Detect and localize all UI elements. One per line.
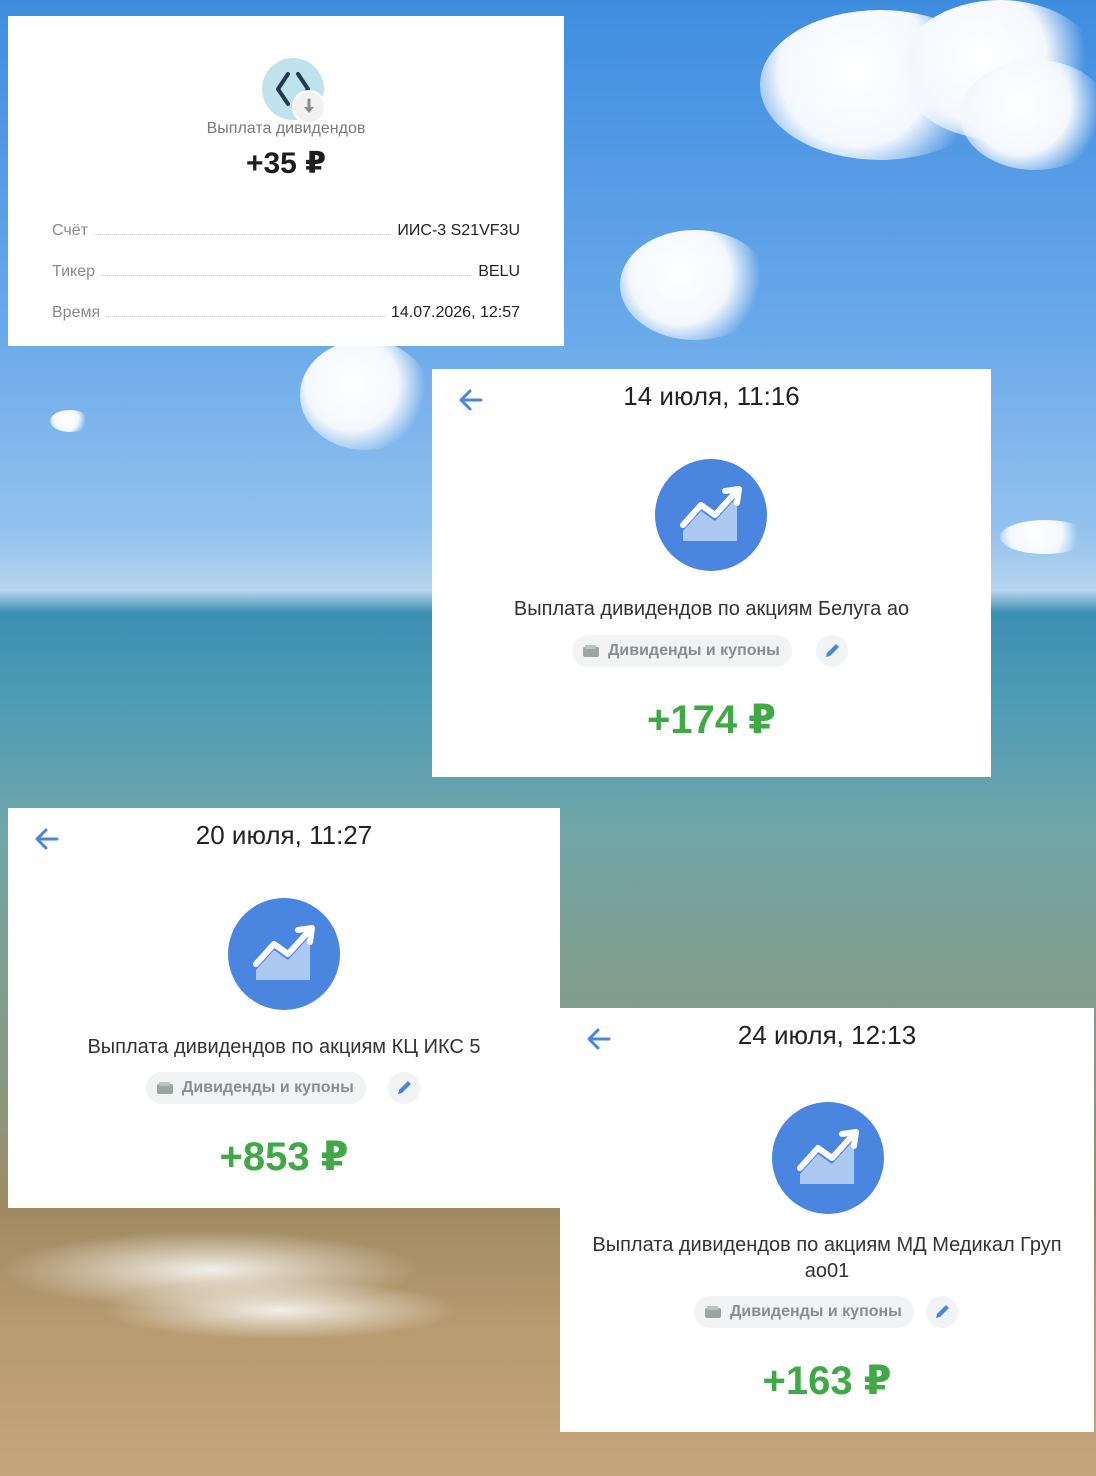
receipt-row-value: ИИС-3 S21VF3U — [397, 222, 520, 239]
operation-description: Выплата дивидендов по акциям КЦ ИКС 5 — [87, 1036, 481, 1058]
operation-card: 24 июля, 12:13 Выплата дивидендов по акц… — [560, 1008, 1094, 1432]
dotted-leader — [100, 275, 473, 276]
receipt-title: Выплата дивидендов — [206, 120, 366, 137]
category-label: Дивиденды и купоны — [182, 1079, 354, 1096]
growth-chart-icon — [228, 898, 340, 1010]
wallet-icon — [157, 1082, 173, 1094]
operation-card: 20 июля, 11:27 Выплата дивидендов по акц… — [8, 808, 560, 1208]
category-label: Дивиденды и купоны — [608, 642, 780, 659]
sea-foam — [100, 1280, 460, 1340]
operation-description: Выплата дивидендов по акциям МД Медикал … — [592, 1234, 1062, 1282]
dividend-receipt-card: Выплата дивидендов +35 ₽ Счёт ИИС-3 S21V… — [8, 16, 564, 346]
receipt-row-time: Время 14.07.2026, 12:57 — [52, 298, 520, 322]
operation-date: 14 июля, 11:16 — [623, 381, 800, 411]
cloud — [50, 410, 90, 432]
receipt-row-label: Тикер — [52, 263, 95, 280]
category-label: Дивиденды и купоны — [730, 1303, 902, 1320]
category-chip[interactable]: Дивиденды и купоны — [694, 1296, 914, 1328]
download-arrow-icon — [292, 90, 326, 124]
edit-pencil-icon[interactable] — [388, 1072, 420, 1104]
edit-pencil-icon[interactable] — [816, 635, 848, 667]
edit-pencil-icon[interactable] — [926, 1296, 958, 1328]
operation-amount: +853 ₽ — [219, 1135, 349, 1179]
operation-date: 20 июля, 11:27 — [195, 820, 373, 850]
cloud — [300, 340, 430, 450]
operation-card: 14 июля, 11:16 Выплата дивидендов по акц… — [432, 369, 991, 777]
cloud — [1000, 520, 1090, 554]
wallet-icon — [705, 1306, 721, 1318]
receipt-row-ticker: Тикер BELU — [52, 257, 520, 281]
dotted-leader — [93, 234, 392, 235]
operation-amount: +174 ₽ — [646, 698, 777, 742]
receipt-amount: +35 ₽ — [245, 147, 327, 180]
receipt-row-label: Время — [52, 304, 101, 321]
operation-date: 24 июля, 12:13 — [737, 1020, 917, 1050]
growth-chart-icon — [772, 1102, 884, 1214]
cloud — [620, 230, 770, 340]
cloud — [960, 60, 1096, 170]
receipt-row-value: BELU — [478, 263, 520, 280]
category-chip[interactable]: Дивиденды и купоны — [146, 1072, 366, 1104]
operation-amount: +163 ₽ — [762, 1359, 892, 1403]
growth-chart-icon — [655, 459, 767, 571]
dotted-leader — [106, 316, 385, 317]
category-chip[interactable]: Дивиденды и купоны — [572, 635, 792, 667]
operation-description: Выплата дивидендов по акциям Белуга ао — [513, 598, 910, 620]
receipt-row-label: Счёт — [52, 222, 88, 239]
receipt-row-value: 14.07.2026, 12:57 — [390, 304, 520, 321]
receipt-row-account: Счёт ИИС-3 S21VF3U — [52, 216, 520, 240]
wallet-icon — [583, 645, 599, 657]
